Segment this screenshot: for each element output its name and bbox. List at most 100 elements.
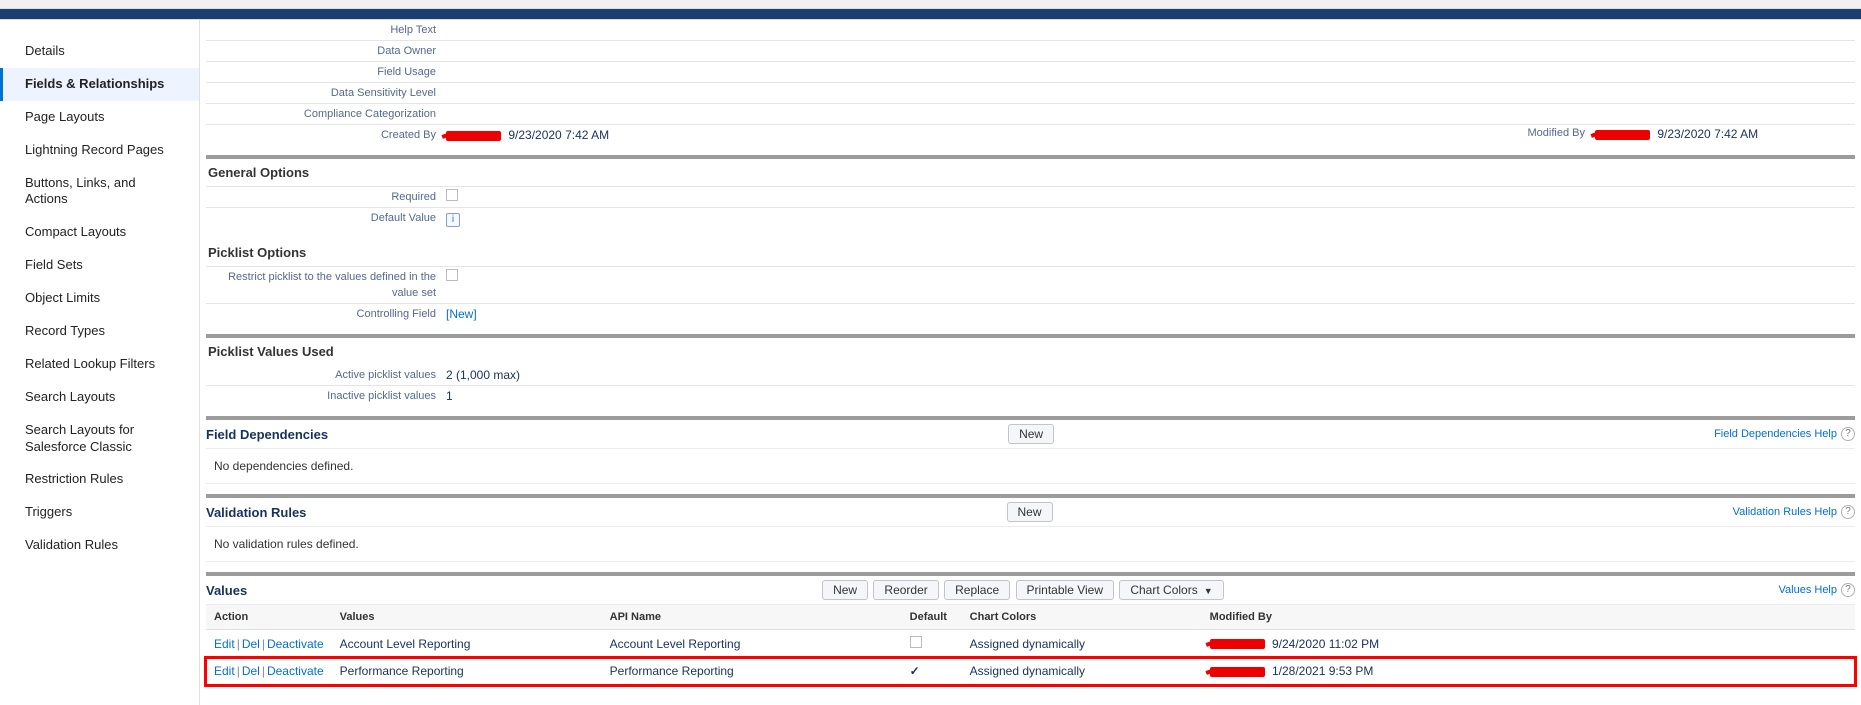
field-dependencies-new-button[interactable]: New [1008,424,1054,444]
picklist-values-used-title: Picklist Values Used [206,338,1855,365]
default-checkbox [910,636,922,648]
validation-rules-new-button[interactable]: New [1007,502,1053,522]
sidebar-item-search-layouts-for-salesforce-classic[interactable]: Search Layouts for Salesforce Classic [0,414,199,464]
values-title: Values [206,583,267,598]
sidebar-item-search-layouts[interactable]: Search Layouts [0,381,199,414]
values-new-button[interactable]: New [822,580,868,600]
field-label: Field Usage [206,64,446,80]
help-icon[interactable]: ? [1841,427,1855,441]
field-label: Data Owner [206,43,446,59]
del-link[interactable]: Del [242,637,260,651]
inactive-picklist-label: Inactive picklist values [206,388,446,404]
field-dependencies-body: No dependencies defined. [206,449,1855,484]
values-header-action: Action [206,605,332,630]
row-chart-colors: Assigned dynamically [962,658,1202,685]
sidebar-item-fields-relationships[interactable]: Fields & Relationships [0,68,199,101]
field-value [446,64,1855,80]
redacted-user-icon [446,131,501,141]
row-chart-colors: Assigned dynamically [962,630,1202,658]
row-value: Account Level Reporting [332,630,602,658]
edit-link[interactable]: Edit [214,637,235,651]
values-reorder-button[interactable]: Reorder [873,580,938,600]
field-dependencies-title: Field Dependencies [206,427,348,442]
created-by-date: 9/23/2020 7:42 AM [508,128,609,142]
row-value: Performance Reporting [332,658,602,685]
row-modified-by: 9/24/2020 11:02 PM [1202,630,1855,658]
sidebar-item-validation-rules[interactable]: Validation Rules [0,529,199,562]
values-table: Action Values API Name Default Chart Col… [206,605,1855,685]
values-chart-colors-button[interactable]: Chart Colors▼ [1119,580,1223,600]
sidebar-item-buttons-links-and-actions[interactable]: Buttons, Links, and Actions [0,167,199,217]
sidebar-item-details[interactable]: Details [0,35,199,68]
table-row: Edit|Del|DeactivateAccount Level Reporti… [206,630,1855,658]
restrict-picklist-checkbox [446,269,458,281]
validation-rules-help-link[interactable]: Validation Rules Help [1733,506,1837,518]
values-header-values: Values [332,605,602,630]
redacted-user-icon [1595,130,1650,140]
required-checkbox [446,189,458,201]
row-modified-by: 1/28/2021 9:53 PM [1202,658,1855,685]
row-actions: Edit|Del|Deactivate [206,658,332,685]
general-options-title: General Options [206,159,1855,186]
sidebar-item-triggers[interactable]: Triggers [0,496,199,529]
values-help-link[interactable]: Values Help [1779,584,1838,596]
values-replace-button[interactable]: Replace [944,580,1010,600]
field-value [446,22,1855,38]
created-by-value: 9/23/2020 7:42 AM [446,127,961,143]
row-actions: Edit|Del|Deactivate [206,630,332,658]
caret-down-icon: ▼ [1204,586,1213,596]
values-header-modified: Modified By [1202,605,1855,630]
row-api-name: Performance Reporting [602,658,902,685]
values-printable-view-button[interactable]: Printable View [1016,580,1115,600]
help-icon[interactable]: ? [1841,505,1855,519]
values-header-api: API Name [602,605,902,630]
inactive-picklist-value: 1 [446,388,1855,404]
sidebar-item-record-types[interactable]: Record Types [0,315,199,348]
field-dependencies-help-link[interactable]: Field Dependencies Help [1714,428,1837,440]
deactivate-link[interactable]: Deactivate [267,637,324,651]
sidebar-item-compact-layouts[interactable]: Compact Layouts [0,216,199,249]
sidebar-item-related-lookup-filters[interactable]: Related Lookup Filters [0,348,199,381]
validation-rules-body: No validation rules defined. [206,527,1855,562]
field-label: Data Sensitivity Level [206,85,446,101]
sidebar-item-lightning-record-pages[interactable]: Lightning Record Pages [0,134,199,167]
values-header-default: Default [902,605,962,630]
active-picklist-value: 2 (1,000 max) [446,367,1855,383]
restrict-picklist-label: Restrict picklist to the values defined … [206,269,446,301]
created-by-label: Created By [206,127,446,143]
active-picklist-label: Active picklist values [206,367,446,383]
table-row: Edit|Del|DeactivatePerformance Reporting… [206,658,1855,685]
picklist-options-title: Picklist Options [206,239,1855,266]
row-api-name: Account Level Reporting [602,630,902,658]
redacted-user-icon [1210,667,1265,677]
field-label: Help Text [206,22,446,38]
default-value-label: Default Value [206,210,446,227]
field-value [446,43,1855,59]
field-label: Compliance Categorization [206,106,446,122]
validation-rules-title: Validation Rules [206,505,326,520]
sidebar-item-page-layouts[interactable]: Page Layouts [0,101,199,134]
values-header-colors: Chart Colors [962,605,1202,630]
field-detail-main: Help Text Data Owner Field Usage Data Sensi… [200,20,1861,705]
sidebar-item-restriction-rules[interactable]: Restriction Rules [0,463,199,496]
object-manager-sidebar: DetailsFields & RelationshipsPage Layout… [0,20,200,705]
deactivate-link[interactable]: Deactivate [267,664,324,678]
check-icon: ✓ [910,664,920,678]
field-value [446,85,1855,101]
controlling-field-label: Controlling Field [206,306,446,322]
help-icon[interactable]: ? [1841,583,1855,597]
top-brand-band [0,8,1861,20]
modified-by-date: 9/23/2020 7:42 AM [1657,127,1758,141]
info-icon[interactable]: i [446,213,460,227]
modified-by-value: 9/23/2020 7:42 AM [1595,127,1855,143]
controlling-field-new-link[interactable]: [New] [446,307,477,321]
required-label: Required [206,189,446,205]
del-link[interactable]: Del [242,664,260,678]
redacted-user-icon [1210,639,1265,649]
modified-by-label: Modified By [1475,127,1595,143]
edit-link[interactable]: Edit [214,664,235,678]
field-value [446,106,1855,122]
row-default: ✓ [902,658,962,685]
sidebar-item-object-limits[interactable]: Object Limits [0,282,199,315]
sidebar-item-field-sets[interactable]: Field Sets [0,249,199,282]
